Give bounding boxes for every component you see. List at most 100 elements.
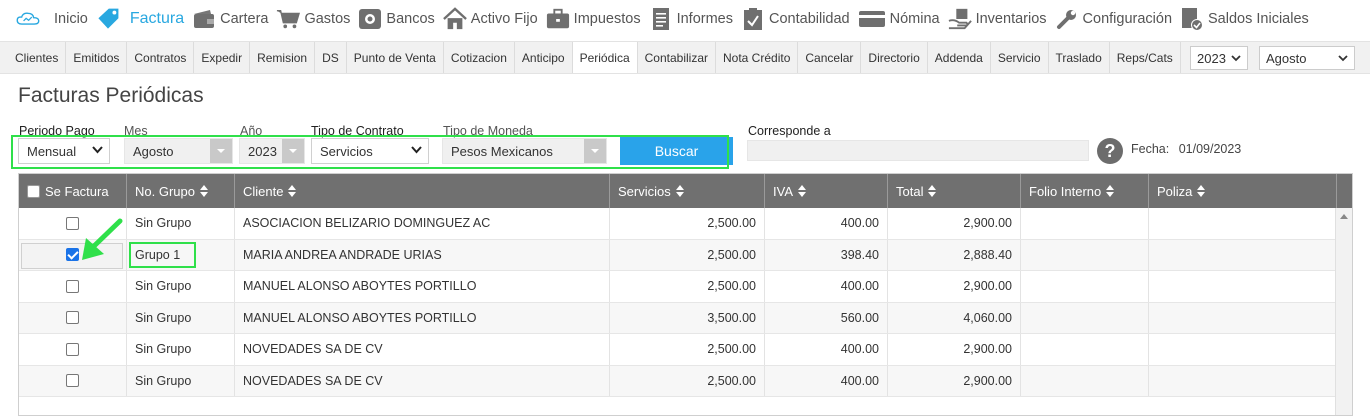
hand-box-icon (948, 7, 972, 31)
table-row[interactable]: Sin Grupo MANUEL ALONSO ABOYTES PORTILLO 3… (19, 302, 1336, 334)
tab-servicio[interactable]: Servicio (991, 42, 1049, 73)
menu-label: Contabilidad (769, 11, 850, 27)
se-factura-checkbox[interactable] (66, 374, 79, 388)
cell-poliza (1149, 239, 1336, 270)
table-row[interactable]: Sin Grupo NOVEDADES SA DE CV 2,500.00 400.0… (19, 365, 1336, 397)
page-title: Facturas Periódicas (18, 84, 204, 107)
cell-cliente: NOVEDADES SA DE CV (235, 334, 610, 365)
tab-periodica[interactable]: Periódica (572, 42, 638, 73)
tab-nota-credito[interactable]: Nota Crédito (716, 42, 799, 73)
cell-servicios: 2,500.00 (610, 271, 765, 302)
cell-poliza (1149, 208, 1336, 239)
table-row[interactable]: Sin Grupo NOVEDADES SA DE CV 2,500.00 400.0… (19, 334, 1336, 366)
cell-total: 2,900.00 (888, 334, 1021, 365)
menu-inventarios[interactable]: Inventarios (948, 2, 1047, 36)
tab-ds[interactable]: DS (315, 42, 347, 73)
menu-bancos[interactable]: Bancos (358, 2, 435, 36)
cell-total: 2,900.00 (888, 365, 1021, 396)
cell-iva: 560.00 (765, 302, 888, 333)
se-factura-checkbox[interactable] (66, 248, 79, 262)
menu-configuracion[interactable]: Configuración (1055, 2, 1172, 36)
tab-directorio[interactable]: Directorio (861, 42, 928, 73)
briefcase-icon (546, 7, 570, 31)
cell-total: 2,900.00 (888, 208, 1021, 239)
menu-nomina[interactable]: Nómina (858, 2, 940, 36)
cell-iva: 400.00 (765, 365, 888, 396)
corresponde-input[interactable] (747, 140, 1089, 161)
tab-expedir[interactable]: Expedir (194, 42, 251, 73)
menu-label: Activo Fijo (470, 11, 538, 27)
year-select[interactable]: 2023 (1190, 46, 1248, 70)
tab-contabilizar[interactable]: Contabilizar (638, 42, 716, 73)
sort-icon (288, 185, 297, 197)
menu-label: Informes (676, 11, 733, 27)
help-icon[interactable]: ? (1097, 138, 1123, 164)
table-row[interactable]: Sin Grupo MANUEL ALONSO ABOYTES PORTILLO 2… (19, 271, 1336, 303)
tab-cotizacion[interactable]: Cotizacion (444, 42, 515, 73)
select-all-checkbox[interactable] (27, 184, 40, 198)
cell-total: 2,888.40 (888, 239, 1021, 270)
card-icon (858, 7, 886, 31)
main-menu: Inicio Factura Cartera Gastos Bancos Act… (0, 0, 1370, 38)
tab-remision[interactable]: Remision (250, 42, 316, 73)
col-se-factura[interactable]: Se Factura (19, 174, 127, 208)
menu-label: Gastos (304, 11, 351, 27)
sort-icon (928, 185, 937, 197)
tab-punto-de-venta[interactable]: Punto de Venta (347, 42, 444, 73)
menu-activo-fijo[interactable]: Activo Fijo (442, 2, 538, 36)
clipboard-check-icon (741, 7, 765, 31)
wrench-icon (1055, 7, 1079, 31)
menu-label: Configuración (1082, 11, 1173, 27)
menu-saldos-iniciales[interactable]: Saldos Iniciales (1180, 2, 1309, 36)
fecha-display: Fecha: 01/09/2023 (1131, 142, 1241, 156)
mes-select[interactable]: Agosto (124, 138, 233, 164)
table-row[interactable]: Sin Grupo ASOCIACION BELIZARIO DOMINGUEZ … (19, 208, 1336, 240)
cell-se-factura (19, 334, 127, 365)
cell-cliente: MARIA ANDREA ANDRADE URIAS (235, 239, 610, 270)
scroll-up-icon[interactable] (1340, 214, 1348, 219)
tab-cancelar[interactable]: Cancelar (798, 42, 862, 73)
col-folio-interno[interactable]: Folio Interno (1021, 174, 1149, 208)
document-icon (649, 7, 673, 31)
col-servicios[interactable]: Servicios (610, 174, 765, 208)
col-label: IVA (773, 183, 793, 199)
se-factura-checkbox[interactable] (66, 342, 79, 356)
periodo-pago-select[interactable]: Mensual (18, 138, 110, 164)
cell-folio-interno (1021, 239, 1149, 270)
menu-inicio[interactable]: Inicio (16, 2, 88, 36)
menu-contabilidad[interactable]: Contabilidad (741, 2, 850, 36)
col-cliente[interactable]: Cliente (235, 174, 610, 208)
tab-reps-cats[interactable]: Reps/Cats (1110, 42, 1181, 73)
tab-emitidos[interactable]: Emitidos (66, 42, 128, 73)
se-factura-checkbox[interactable] (66, 311, 79, 325)
tipo-moneda-select[interactable]: Pesos Mexicanos (442, 138, 607, 164)
cell-folio-interno (1021, 208, 1149, 239)
menu-factura[interactable]: Factura (96, 2, 184, 36)
tab-traslado[interactable]: Traslado (1049, 42, 1110, 73)
menu-gastos[interactable]: Gastos (276, 2, 350, 36)
col-no-grupo[interactable]: No. Grupo (127, 174, 235, 208)
tipo-contrato-value: Servicios (320, 143, 373, 159)
tab-anticipo[interactable]: Anticipo (515, 42, 573, 73)
vertical-scrollbar[interactable] (1335, 208, 1352, 415)
se-factura-checkbox[interactable] (66, 279, 79, 293)
cell-se-factura (19, 208, 127, 239)
cell-folio-interno (1021, 334, 1149, 365)
col-iva[interactable]: IVA (765, 174, 888, 208)
menu-cartera[interactable]: Cartera (192, 2, 268, 36)
tab-contratos[interactable]: Contratos (127, 42, 195, 73)
menu-informes[interactable]: Informes (649, 2, 733, 36)
month-select[interactable]: Agosto (1259, 46, 1355, 70)
menu-impuestos[interactable]: Impuestos (546, 2, 641, 36)
tab-clientes[interactable]: Clientes (8, 42, 67, 73)
tipo-contrato-select[interactable]: Servicios (311, 138, 429, 164)
col-poliza[interactable]: Poliza (1149, 174, 1337, 208)
tab-addenda[interactable]: Addenda (928, 42, 991, 73)
col-total[interactable]: Total (888, 174, 1021, 208)
chevron-down-icon (282, 139, 304, 163)
buscar-button[interactable]: Buscar (620, 137, 733, 165)
table-row[interactable]: Grupo 1 MARIA ANDREA ANDRADE URIAS 2,500.0… (19, 239, 1336, 271)
anio-select[interactable]: 2023 (239, 138, 305, 164)
sort-icon (798, 185, 806, 197)
se-factura-checkbox[interactable] (66, 216, 79, 230)
